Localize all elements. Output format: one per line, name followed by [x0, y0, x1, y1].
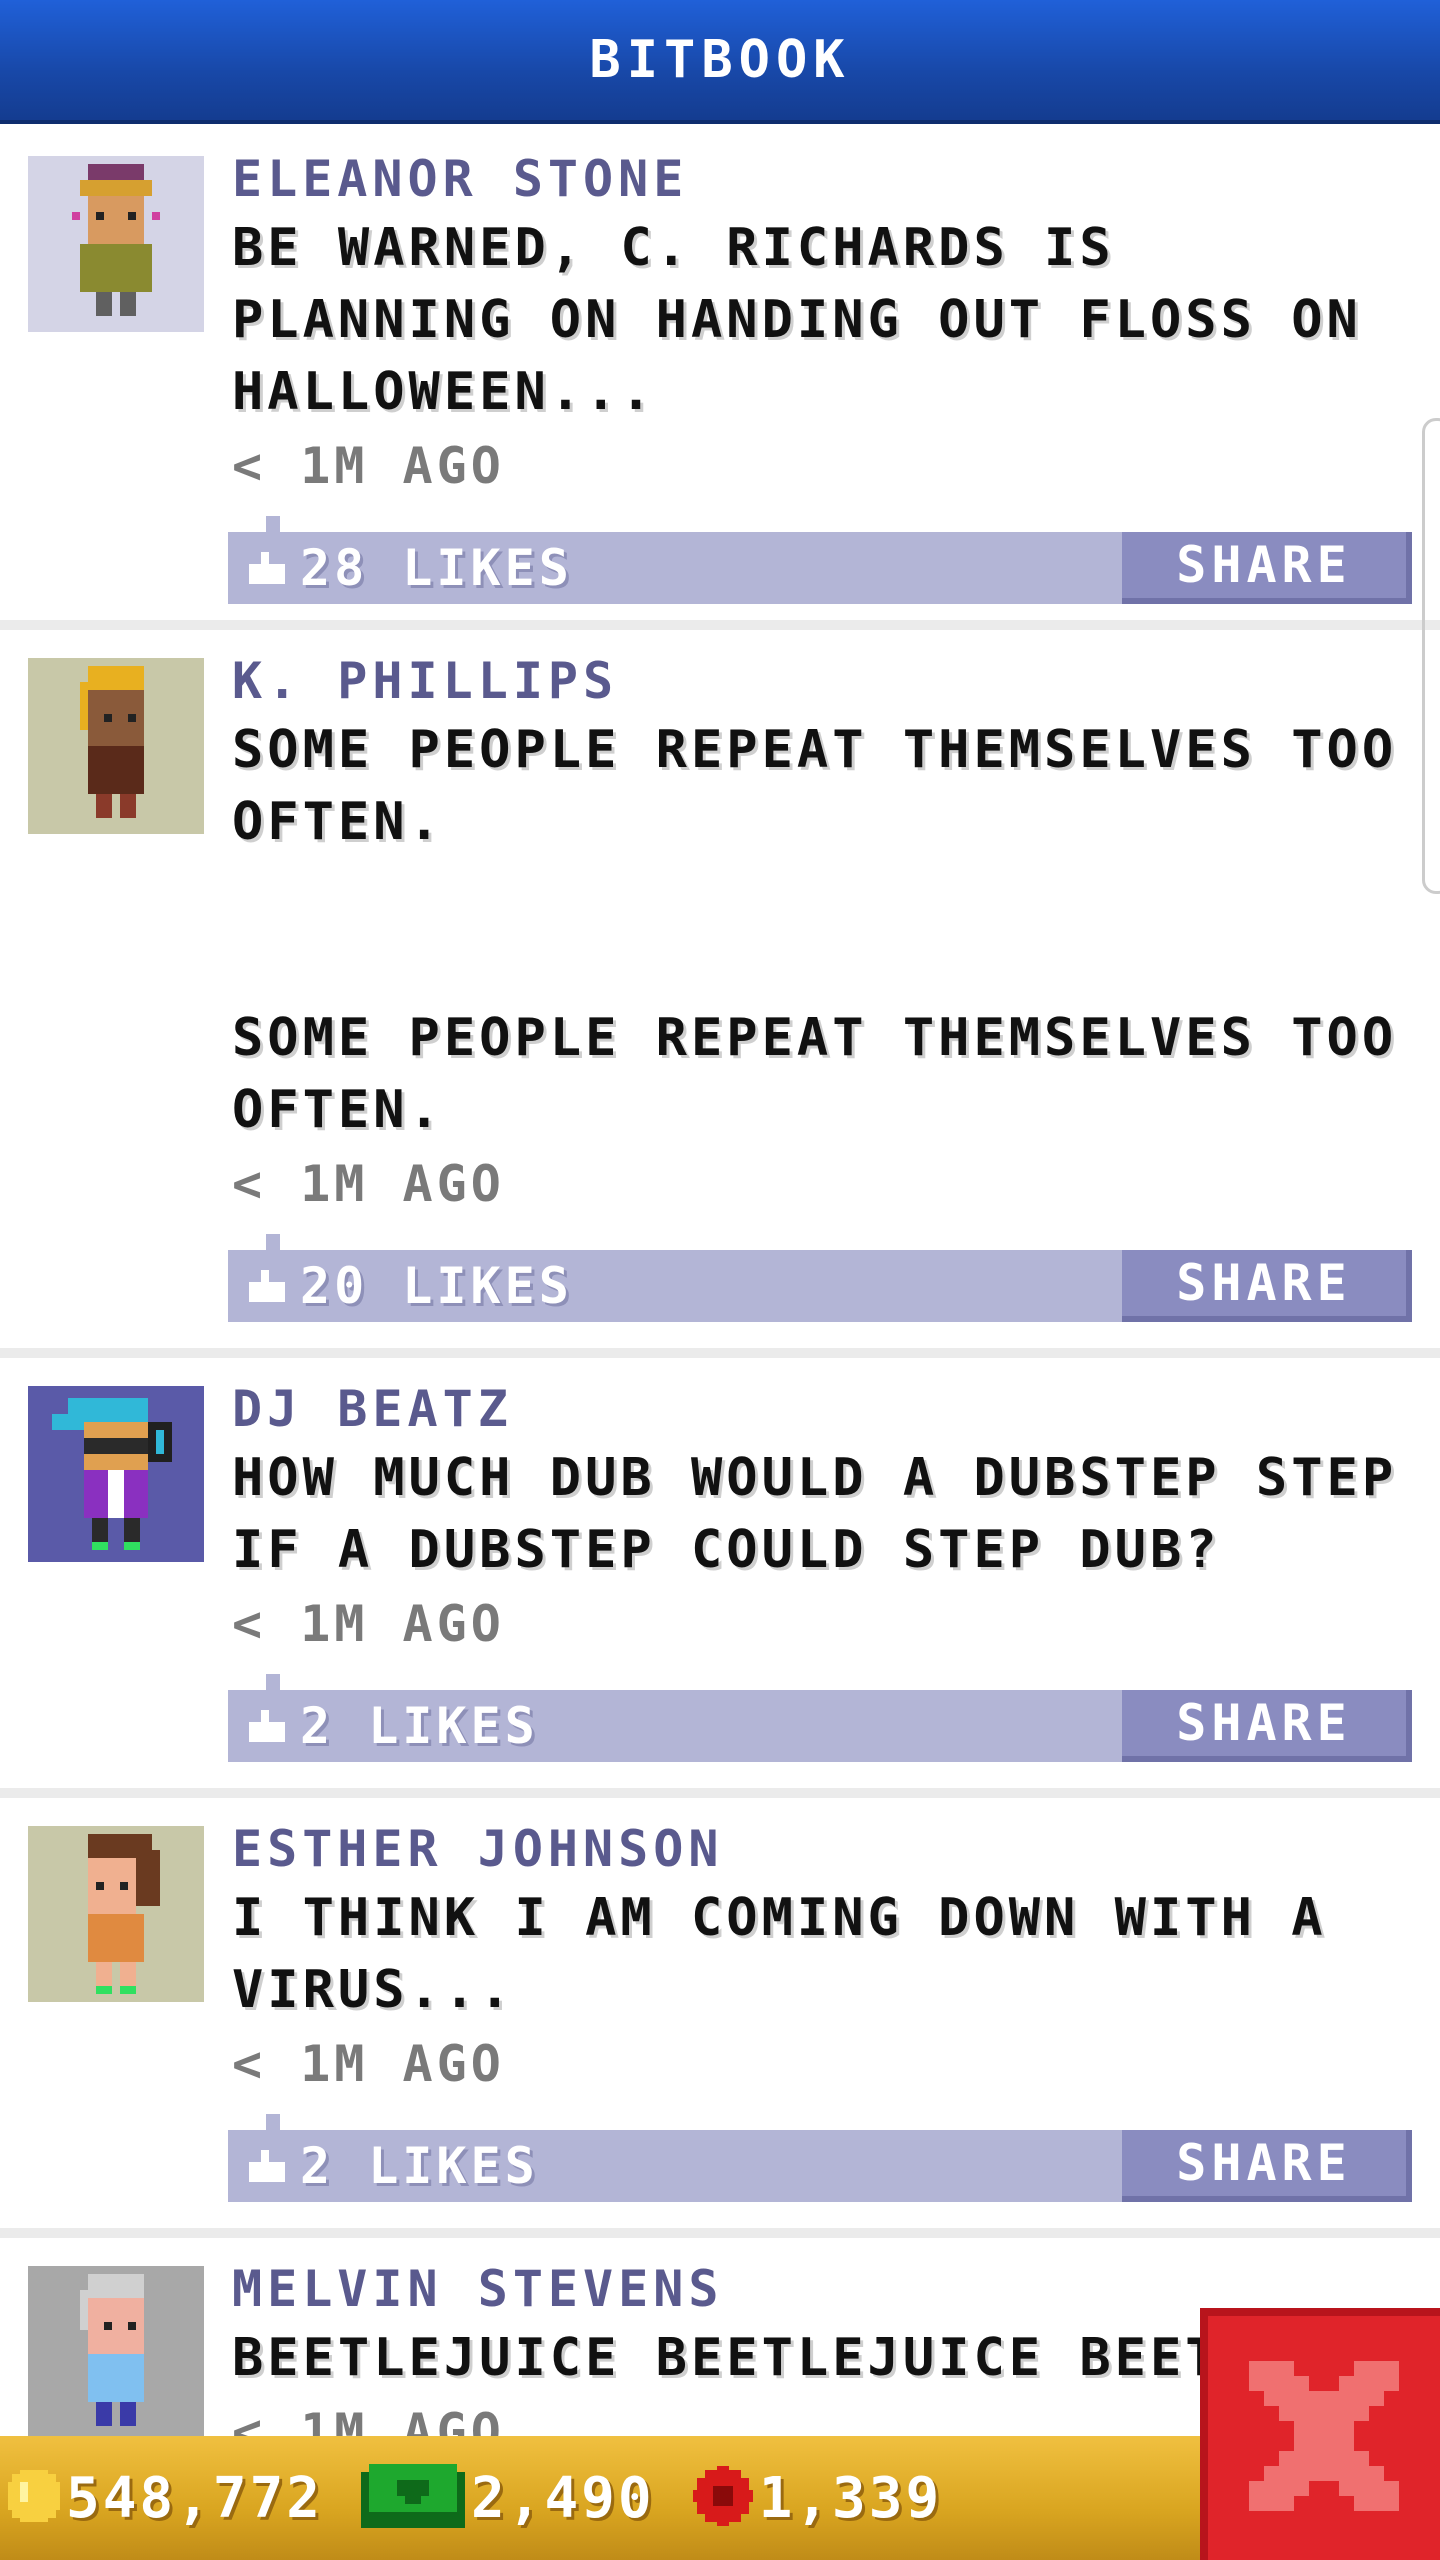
coins-counter: 548,772 — [8, 2466, 323, 2531]
post: DJ BEATZ HOW MUCH DUB WOULD A DUBSTEP ST… — [0, 1358, 1440, 1798]
gear-icon — [692, 2466, 753, 2530]
avatar[interactable] — [28, 1386, 204, 1562]
avatar[interactable] — [28, 658, 204, 834]
post-time: < 1M AGO — [232, 2035, 505, 2093]
likes-count: 2 LIKES — [300, 1697, 539, 1755]
post: ELEANOR STONE BE WARNED, C. RICHARDS IS … — [0, 128, 1440, 630]
thumbs-up-icon[interactable] — [242, 1250, 292, 1322]
likes-bar: 2 LIKES SHARE — [228, 1674, 1412, 1762]
post-author[interactable]: K. PHILLIPS — [232, 648, 1412, 714]
points-value: 1,339 — [758, 2465, 943, 2531]
post-message: BE WARNED, C. RICHARDS IS PLANNING ON HA… — [232, 218, 1362, 422]
post-time: < 1M AGO — [232, 1155, 505, 1213]
likes-bar-pin — [266, 1674, 280, 1692]
bux-icon — [361, 2464, 466, 2532]
coins-value: 548,772 — [66, 2465, 324, 2531]
likes-count: 20 LIKES — [300, 1257, 573, 1315]
feed[interactable]: ELEANOR STONE BE WARNED, C. RICHARDS IS … — [0, 128, 1440, 2436]
bux-value: 2,490 — [471, 2465, 655, 2531]
bux-counter: 2,490 — [361, 2464, 655, 2532]
post: K. PHILLIPS SOME PEOPLE REPEAT THEMSELVE… — [0, 630, 1440, 1358]
likes-bar-pin — [266, 516, 280, 534]
share-button[interactable]: SHARE — [1122, 532, 1412, 604]
header-bar: BITBOOK — [0, 0, 1440, 124]
likes-bar: 20 LIKES SHARE — [228, 1234, 1412, 1322]
thumbs-up-icon[interactable] — [242, 532, 292, 604]
likes-count: 28 LIKES — [300, 539, 573, 597]
post-message: SOME PEOPLE REPEAT THEMSELVES TOO OFTEN.… — [232, 720, 1398, 1140]
likes-bar-pin — [266, 1234, 280, 1252]
thumbs-up-icon[interactable] — [242, 2130, 292, 2202]
post: ESTHER JOHNSON I THINK I AM COMING DOWN … — [0, 1798, 1440, 2238]
app-title: BITBOOK — [589, 30, 851, 90]
avatar[interactable] — [28, 2266, 204, 2436]
post-message: I THINK I AM COMING DOWN WITH A VIRUS... — [232, 1888, 1327, 2020]
scrollbar[interactable] — [1422, 418, 1440, 894]
post-time: < 1M AGO — [232, 1595, 505, 1653]
avatar[interactable] — [28, 1826, 204, 2002]
share-button[interactable]: SHARE — [1122, 1250, 1412, 1322]
coin-icon — [8, 2470, 60, 2526]
post-author[interactable]: ESTHER JOHNSON — [232, 1816, 1412, 1882]
likes-bar: 28 LIKES SHARE — [228, 516, 1412, 604]
close-icon — [1249, 2361, 1399, 2515]
likes-count: 2 LIKES — [300, 2137, 539, 2195]
points-counter: 1,339 — [692, 2465, 943, 2531]
post-message: HOW MUCH DUB WOULD A DUBSTEP STEP IF A D… — [232, 1448, 1398, 1580]
share-button[interactable]: SHARE — [1122, 2130, 1412, 2202]
thumbs-up-icon[interactable] — [242, 1690, 292, 1762]
likes-bar-pin — [266, 2114, 280, 2132]
likes-bar: 2 LIKES SHARE — [228, 2114, 1412, 2202]
close-button[interactable] — [1200, 2308, 1440, 2560]
post-author[interactable]: DJ BEATZ — [232, 1376, 1412, 1442]
post-time: < 1M AGO — [232, 437, 505, 495]
avatar[interactable] — [28, 156, 204, 332]
post-author[interactable]: ELEANOR STONE — [232, 146, 1412, 212]
share-button[interactable]: SHARE — [1122, 1690, 1412, 1762]
